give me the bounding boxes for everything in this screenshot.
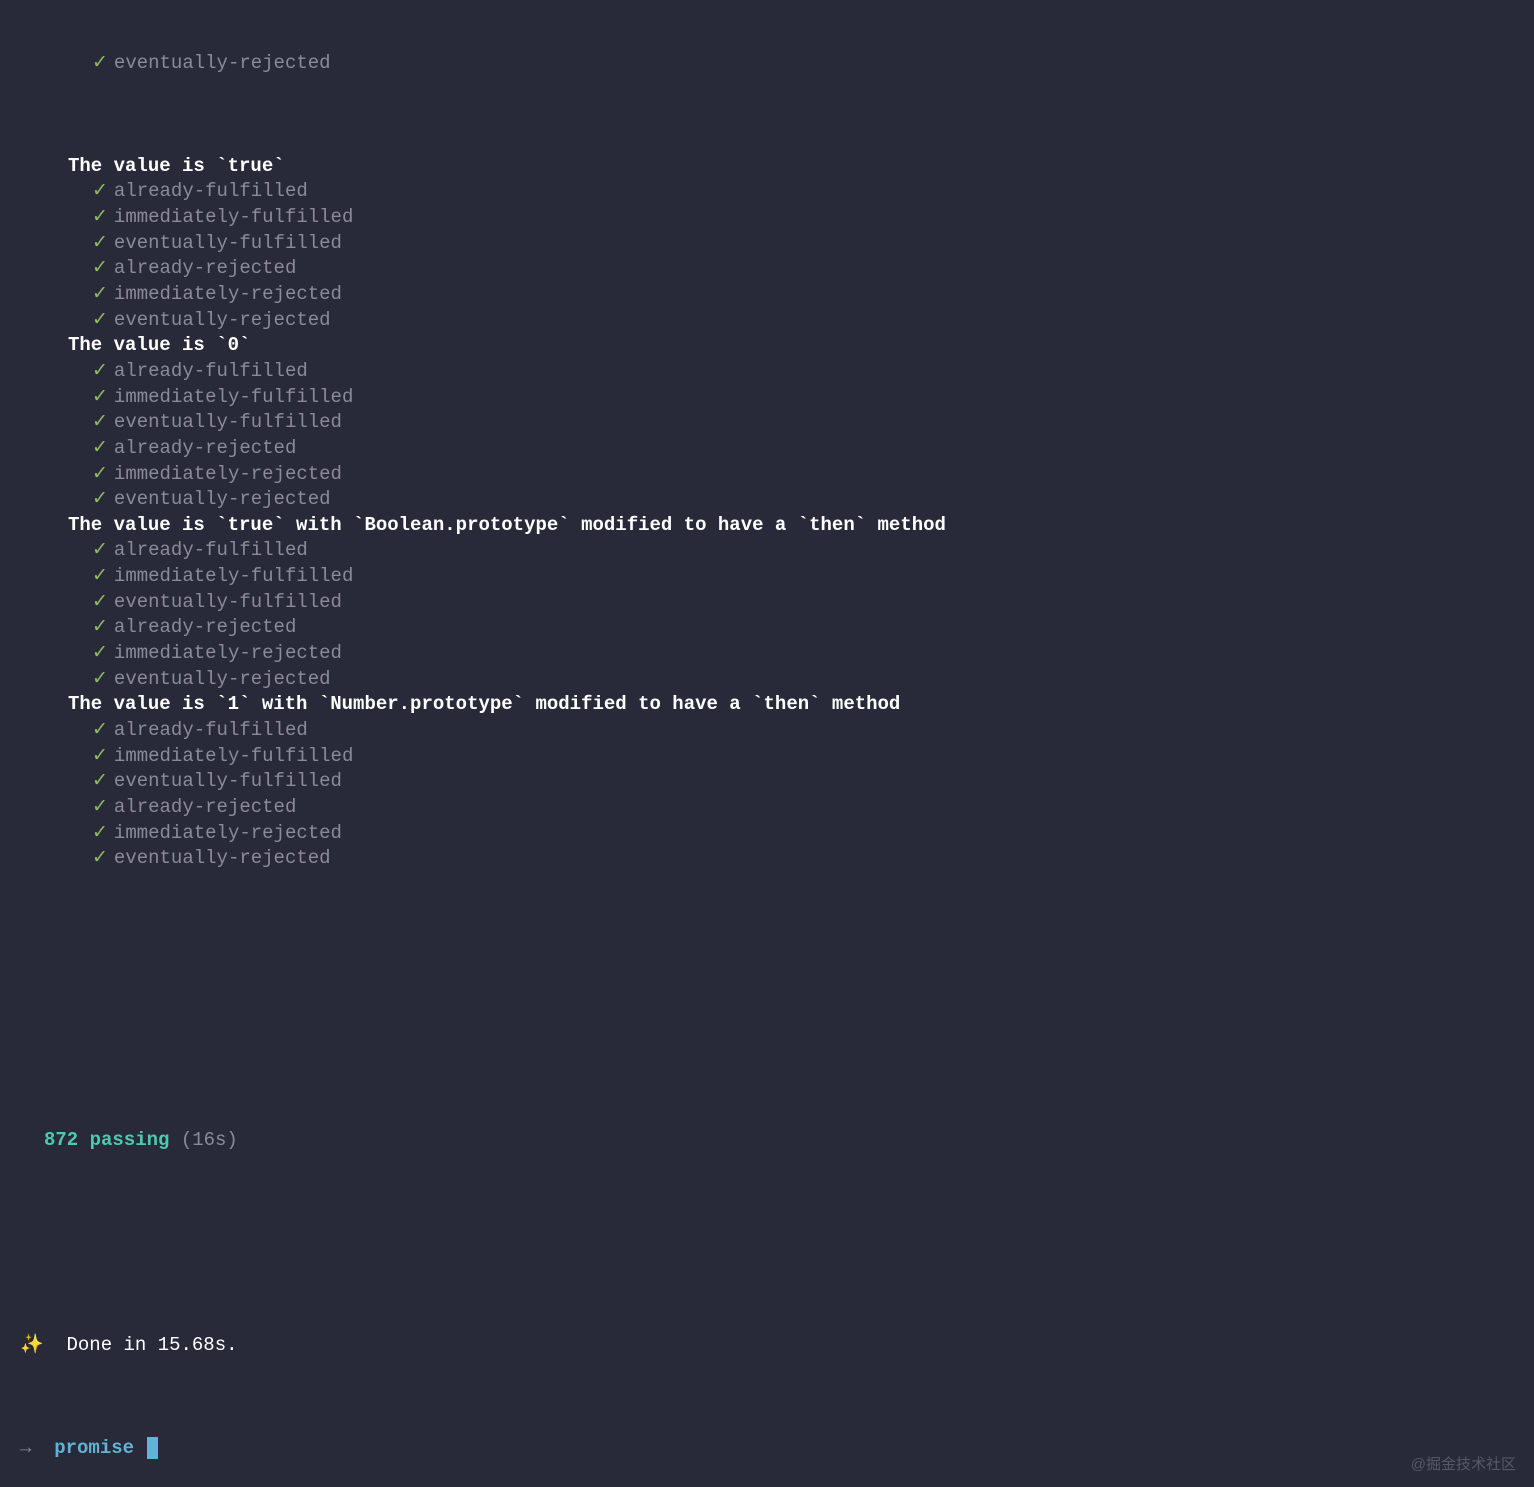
prompt-cwd: promise <box>54 1437 134 1459</box>
test-name: immediately-fulfilled <box>114 745 353 767</box>
done-text: Done in 15.68s. <box>66 1334 237 1356</box>
test-result-line: already-fulfilled <box>20 359 1514 385</box>
test-result-line: immediately-fulfilled <box>20 205 1514 231</box>
passing-count: 872 passing <box>44 1129 169 1151</box>
test-result-line: already-fulfilled <box>20 718 1514 744</box>
check-icon <box>92 206 108 228</box>
test-result-line: immediately-rejected <box>20 282 1514 308</box>
check-icon <box>92 386 108 408</box>
test-name: already-rejected <box>114 616 296 638</box>
test-group-header: The value is `0` <box>20 333 1514 359</box>
check-icon: ✓ <box>92 52 108 74</box>
check-icon <box>92 309 108 331</box>
test-name: immediately-fulfilled <box>114 565 353 587</box>
test-result-line: already-rejected <box>20 615 1514 641</box>
test-group-header: The value is `true` <box>20 154 1514 180</box>
test-result-line: eventually-fulfilled <box>20 410 1514 436</box>
check-icon <box>92 668 108 690</box>
terminal-output: ✓ eventually-rejected The value is `true`… <box>0 0 1534 1487</box>
test-name: eventually-fulfilled <box>114 411 342 433</box>
check-icon <box>92 847 108 869</box>
check-icon <box>92 719 108 741</box>
test-result-line: eventually-rejected <box>20 846 1514 872</box>
check-icon <box>92 591 108 613</box>
test-name: immediately-fulfilled <box>114 206 353 228</box>
test-result-line: already-fulfilled <box>20 179 1514 205</box>
test-result-line: immediately-rejected <box>20 821 1514 847</box>
test-result-line: already-rejected <box>20 436 1514 462</box>
test-result-line: immediately-rejected <box>20 462 1514 488</box>
test-name: eventually-fulfilled <box>114 770 342 792</box>
check-icon <box>92 565 108 587</box>
test-name: already-fulfilled <box>114 180 308 202</box>
check-icon <box>92 257 108 279</box>
check-icon <box>92 616 108 638</box>
check-icon <box>92 283 108 305</box>
blank-line <box>20 1026 1514 1052</box>
test-group-header: The value is `1` with `Number.prototype`… <box>20 692 1514 718</box>
test-name: eventually-fulfilled <box>114 591 342 613</box>
group-header-text: The value is `0` <box>68 334 250 356</box>
test-name: immediately-rejected <box>114 463 342 485</box>
test-result-line: already-rejected <box>20 256 1514 282</box>
test-result-line: eventually-fulfilled <box>20 769 1514 795</box>
watermark: @掘金技术社区 <box>1411 1455 1516 1475</box>
test-result-line: already-fulfilled <box>20 538 1514 564</box>
check-icon <box>92 770 108 792</box>
test-result-line: immediately-rejected <box>20 641 1514 667</box>
test-result-line: eventually-rejected <box>20 308 1514 334</box>
check-icon <box>92 360 108 382</box>
test-name: immediately-rejected <box>114 642 342 664</box>
test-result-line: eventually-fulfilled <box>20 231 1514 257</box>
summary-duration: (16s) <box>181 1129 238 1151</box>
test-result-line: eventually-rejected <box>20 667 1514 693</box>
test-name: eventually-rejected <box>114 52 331 74</box>
test-name: eventually-rejected <box>114 847 331 869</box>
blank-line <box>20 949 1514 975</box>
cursor <box>147 1437 158 1459</box>
check-icon <box>92 180 108 202</box>
test-result-line: immediately-fulfilled <box>20 564 1514 590</box>
check-icon <box>92 642 108 664</box>
check-icon <box>92 796 108 818</box>
test-result-line: ✓ eventually-rejected <box>20 51 1514 77</box>
test-summary: 872 passing (16s) <box>20 1128 1514 1154</box>
group-header-text: The value is `true` <box>68 155 285 177</box>
test-name: already-rejected <box>114 257 296 279</box>
check-icon <box>92 539 108 561</box>
test-result-line: eventually-fulfilled <box>20 590 1514 616</box>
check-icon <box>92 822 108 844</box>
test-name: already-fulfilled <box>114 539 308 561</box>
test-result-line: immediately-fulfilled <box>20 744 1514 770</box>
blank-line <box>20 1231 1514 1257</box>
check-icon <box>92 437 108 459</box>
test-name: immediately-rejected <box>114 283 342 305</box>
test-result-line: immediately-fulfilled <box>20 385 1514 411</box>
done-line: ✨ Done in 15.68s. <box>20 1333 1514 1359</box>
test-name: eventually-rejected <box>114 309 331 331</box>
test-result-line: eventually-rejected <box>20 487 1514 513</box>
check-icon <box>92 745 108 767</box>
test-name: eventually-rejected <box>114 668 331 690</box>
test-name: eventually-fulfilled <box>114 232 342 254</box>
check-icon <box>92 411 108 433</box>
test-name: already-fulfilled <box>114 719 308 741</box>
check-icon <box>92 463 108 485</box>
test-name: immediately-rejected <box>114 822 342 844</box>
test-name: already-fulfilled <box>114 360 308 382</box>
group-header-text: The value is `true` with `Boolean.protot… <box>68 514 946 536</box>
check-icon <box>92 488 108 510</box>
test-group-header: The value is `true` with `Boolean.protot… <box>20 513 1514 539</box>
test-name: eventually-rejected <box>114 488 331 510</box>
prompt-line[interactable]: → promise <box>20 1436 1514 1462</box>
test-name: immediately-fulfilled <box>114 386 353 408</box>
arrow-icon: → <box>20 1437 31 1459</box>
test-name: already-rejected <box>114 796 296 818</box>
test-result-line: already-rejected <box>20 795 1514 821</box>
sparkle-icon: ✨ <box>20 1334 44 1356</box>
test-name: already-rejected <box>114 437 296 459</box>
check-icon <box>92 232 108 254</box>
group-header-text: The value is `1` with `Number.prototype`… <box>68 693 900 715</box>
